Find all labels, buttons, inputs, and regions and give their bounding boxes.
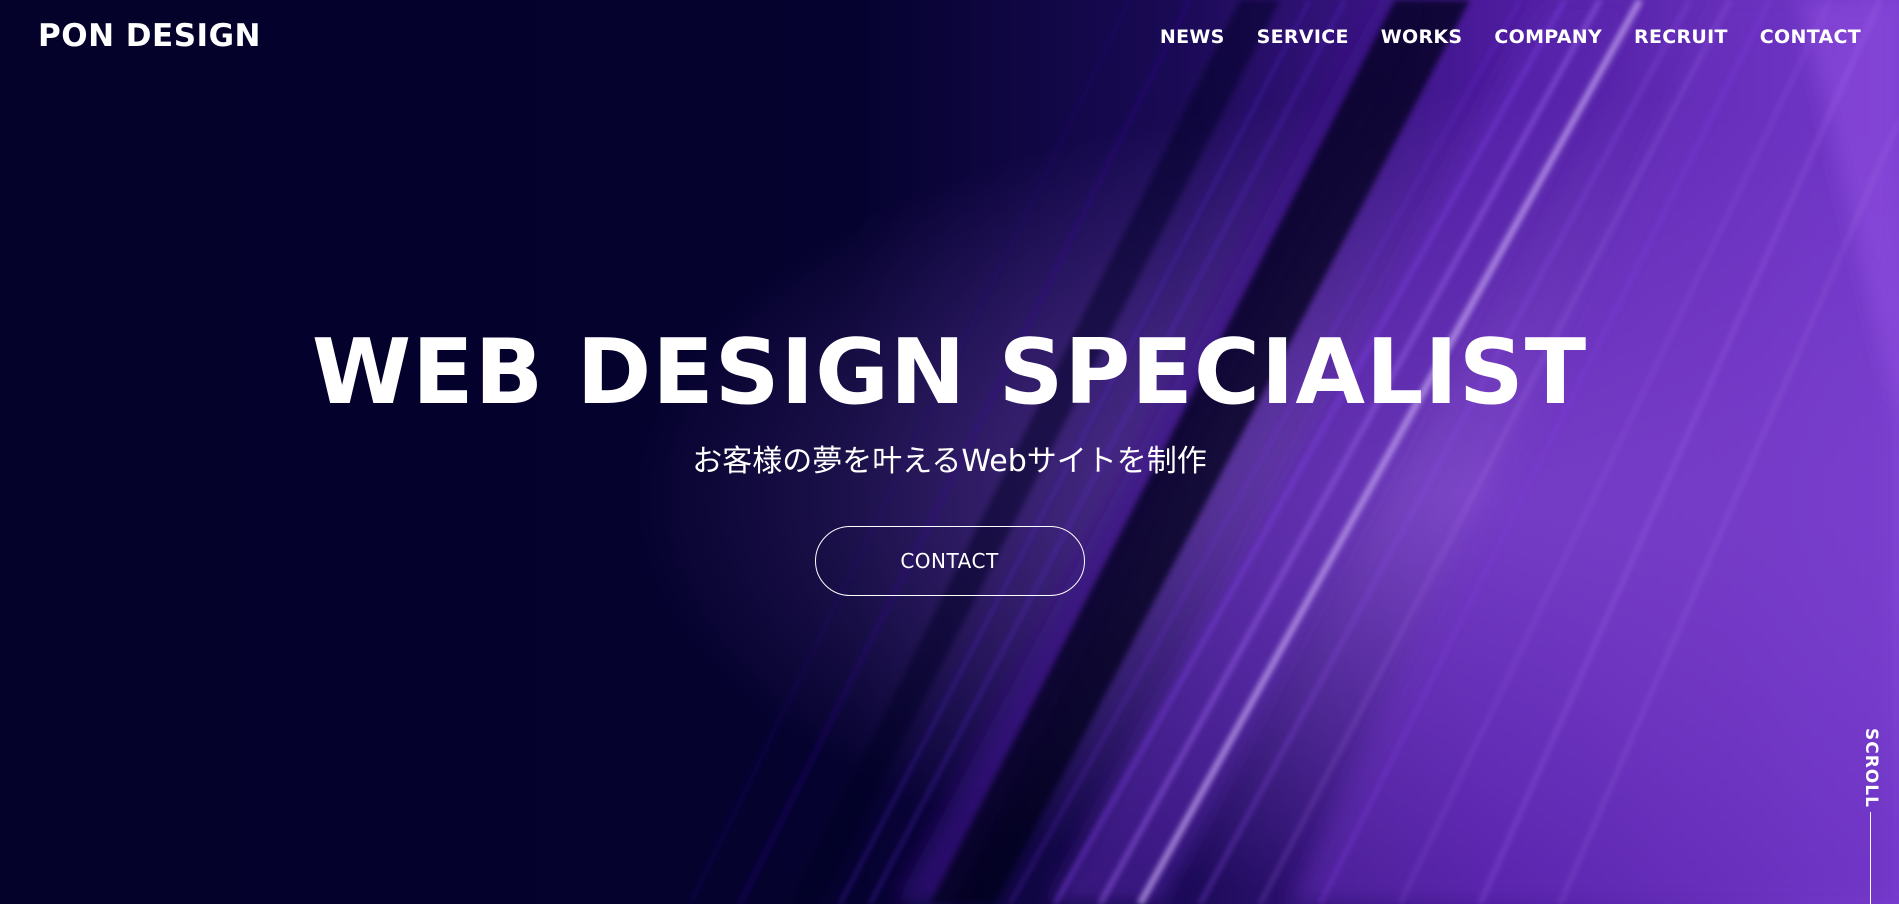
nav-item-works[interactable]: WORKS bbox=[1381, 26, 1463, 48]
global-nav: NEWS SERVICE WORKS COMPANY RECRUIT CONTA… bbox=[1160, 26, 1861, 48]
site-header: PON DESIGN NEWS SERVICE WORKS COMPANY RE… bbox=[0, 0, 1899, 72]
hero-content: WEB DESIGN SPECIALIST お客様の夢を叶えるWebサイトを制作… bbox=[0, 318, 1899, 596]
nav-item-service[interactable]: SERVICE bbox=[1257, 26, 1349, 48]
hero-title: WEB DESIGN SPECIALIST bbox=[311, 320, 1588, 425]
nav-item-recruit[interactable]: RECRUIT bbox=[1634, 26, 1728, 48]
scroll-indicator[interactable]: SCROLL bbox=[1856, 728, 1886, 904]
contact-button[interactable]: CONTACT bbox=[814, 526, 1085, 596]
hero-section: PON DESIGN NEWS SERVICE WORKS COMPANY RE… bbox=[0, 0, 1899, 904]
nav-item-news[interactable]: NEWS bbox=[1160, 26, 1225, 48]
scroll-label: SCROLL bbox=[1861, 728, 1881, 808]
scroll-line bbox=[1870, 812, 1871, 904]
nav-item-company[interactable]: COMPANY bbox=[1494, 26, 1602, 48]
nav-item-contact[interactable]: CONTACT bbox=[1760, 26, 1861, 48]
hero-subtitle: お客様の夢を叶えるWebサイトを制作 bbox=[692, 444, 1207, 479]
site-logo[interactable]: PON DESIGN bbox=[38, 18, 261, 54]
